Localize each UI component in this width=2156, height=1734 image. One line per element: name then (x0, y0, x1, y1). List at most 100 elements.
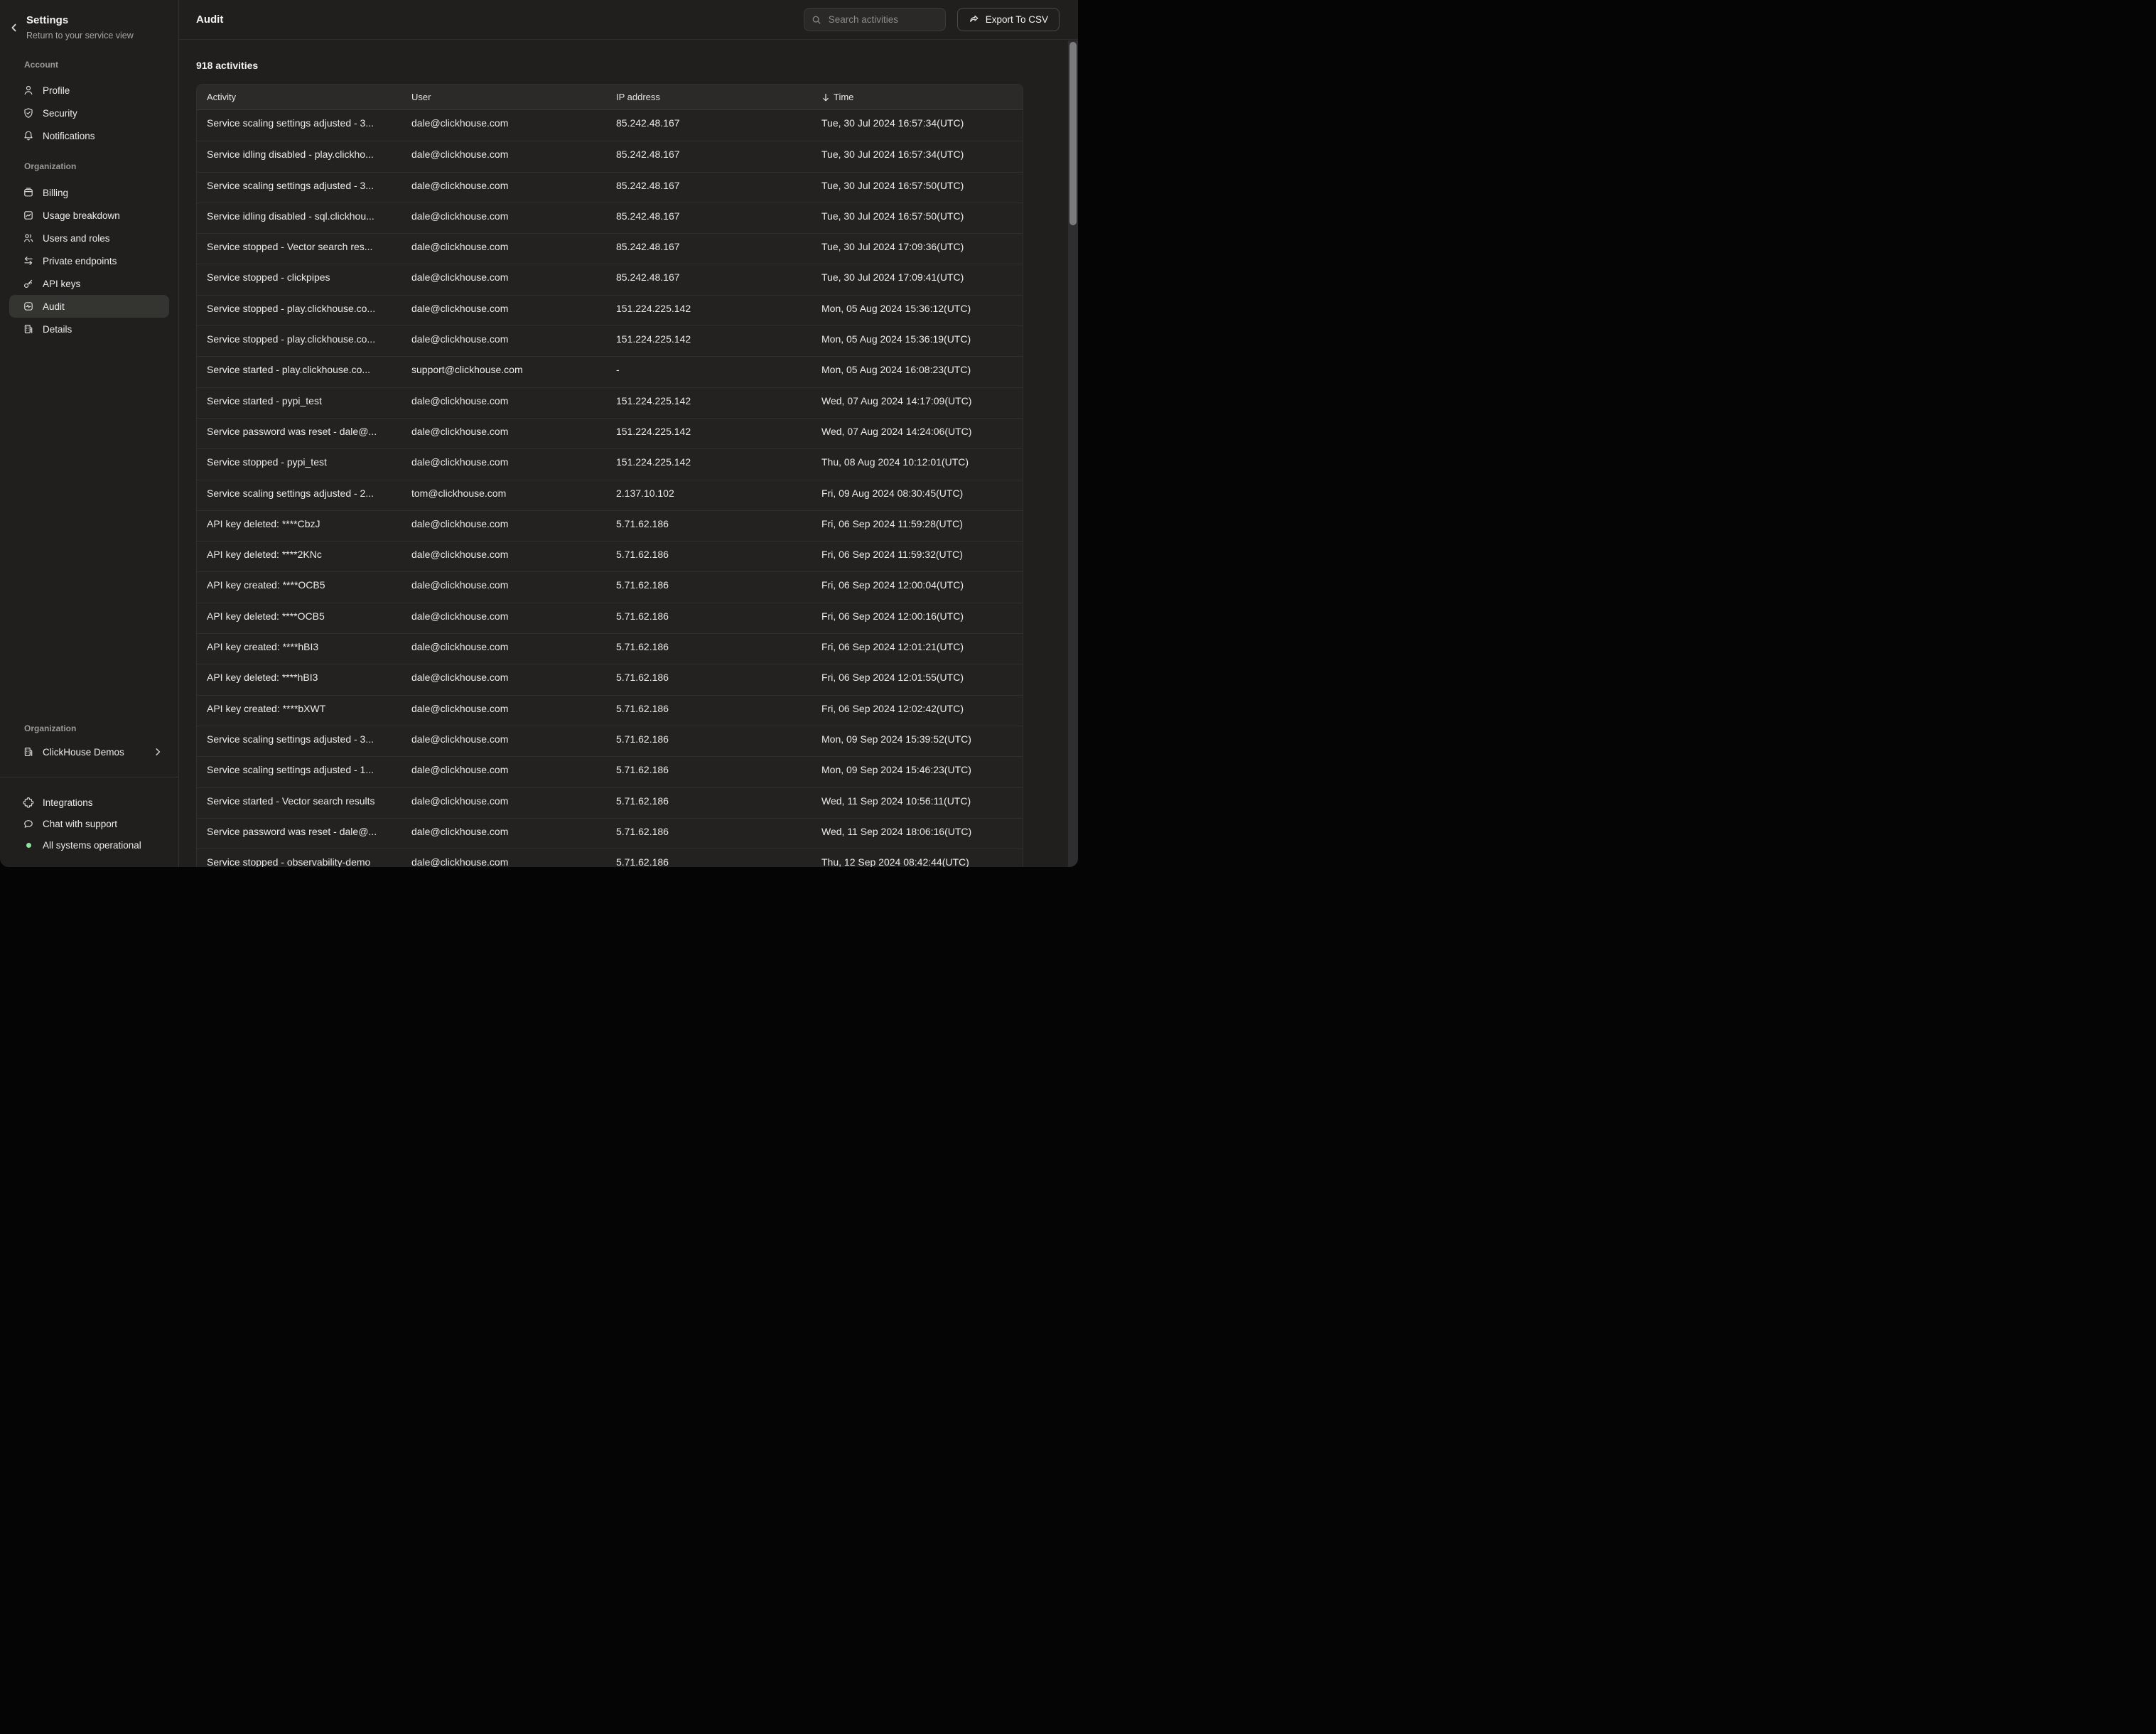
table-row: Service started - Vector search resultsd… (197, 787, 1023, 818)
ip-cell: 85.242.48.167 (606, 173, 812, 203)
sidebar-item-label: Notifications (43, 131, 95, 141)
sidebar-item-usage-breakdown[interactable]: Usage breakdown (9, 204, 169, 227)
vertical-scrollbar[interactable] (1068, 41, 1078, 867)
sidebar-item-integrations[interactable]: Integrations (9, 792, 169, 813)
user-cell: dale@clickhouse.com (401, 419, 606, 448)
chevron-left-icon (9, 22, 20, 33)
audit-content: 918 activities Activity User IP address … (179, 40, 1078, 867)
user-cell: dale@clickhouse.com (401, 511, 606, 541)
activity-cell: Service password was reset - dale@... (197, 819, 401, 849)
activity-cell: API key created: ****hBI3 (197, 634, 401, 664)
search-box (804, 8, 946, 31)
time-cell: Mon, 05 Aug 2024 15:36:19(UTC) (812, 326, 1023, 356)
activity-cell: Service scaling settings adjusted - 2... (197, 480, 401, 510)
table-row: API key created: ****bXWTdale@clickhouse… (197, 695, 1023, 726)
settings-sidebar: Settings Return to your service view Acc… (0, 0, 179, 867)
ip-cell: 5.71.62.186 (606, 511, 812, 541)
ip-cell: 5.71.62.186 (606, 696, 812, 726)
activity-cell: Service started - play.clickhouse.co... (197, 357, 401, 387)
ip-cell: 85.242.48.167 (606, 203, 812, 233)
time-cell: Fri, 06 Sep 2024 12:02:42(UTC) (812, 696, 1023, 726)
ip-cell: 151.224.225.142 (606, 449, 812, 479)
ip-cell: 5.71.62.186 (606, 542, 812, 571)
chat-bubble-icon (23, 818, 34, 829)
activity-cell: Service scaling settings adjusted - 1... (197, 757, 401, 787)
user-cell: dale@clickhouse.com (401, 388, 606, 418)
sidebar-header: Settings Return to your service view (0, 0, 178, 41)
activity-cell: Service idling disabled - play.clickho..… (197, 141, 401, 171)
ip-cell: 151.224.225.142 (606, 388, 812, 418)
audit-pulse-icon (23, 301, 34, 312)
user-cell: dale@clickhouse.com (401, 726, 606, 756)
sidebar-item-chat-support[interactable]: Chat with support (9, 813, 169, 834)
user-cell: tom@clickhouse.com (401, 480, 606, 510)
sidebar-title: Settings (26, 14, 134, 27)
sidebar-item-users-and-roles[interactable]: Users and roles (9, 227, 169, 249)
table-row: Service stopped - observability-demodale… (197, 849, 1023, 867)
ip-cell: 5.71.62.186 (606, 757, 812, 787)
sidebar-item-label: Details (43, 324, 72, 335)
sidebar-item-private-endpoints[interactable]: Private endpoints (9, 249, 169, 272)
sidebar-item-label: API keys (43, 279, 80, 289)
sidebar-footer: Integrations Chat with support All syste… (0, 777, 178, 867)
sidebar-item-security[interactable]: Security (9, 102, 169, 124)
main-area: Audit Export To CSV 918 activities Activ… (179, 0, 1078, 867)
sidebar-item-notifications[interactable]: Notifications (9, 124, 169, 147)
ip-cell: 2.137.10.102 (606, 480, 812, 510)
activity-cell: Service idling disabled - sql.clickhou..… (197, 203, 401, 233)
time-cell: Mon, 09 Sep 2024 15:46:23(UTC) (812, 757, 1023, 787)
building-icon (23, 746, 34, 758)
table-row: Service stopped - Vector search res...da… (197, 233, 1023, 264)
user-cell: dale@clickhouse.com (401, 696, 606, 726)
time-cell: Tue, 30 Jul 2024 16:57:34(UTC) (812, 110, 1023, 141)
back-button[interactable] (7, 21, 21, 35)
user-cell: dale@clickhouse.com (401, 110, 606, 141)
sidebar-item-billing[interactable]: Billing (9, 181, 169, 204)
sidebar-item-label: Usage breakdown (43, 210, 120, 221)
ip-cell: 5.71.62.186 (606, 603, 812, 633)
sidebar-item-label: Security (43, 108, 77, 119)
table-row: Service password was reset - dale@...dal… (197, 418, 1023, 448)
table-row: API key deleted: ****hBI3dale@clickhouse… (197, 664, 1023, 694)
organization-nav: Billing Usage breakdown Users and roles … (0, 181, 178, 340)
activity-cell: Service stopped - clickpipes (197, 264, 401, 294)
time-cell: Fri, 09 Aug 2024 08:30:45(UTC) (812, 480, 1023, 510)
table-row: Service scaling settings adjusted - 3...… (197, 726, 1023, 756)
sidebar-item-api-keys[interactable]: API keys (9, 272, 169, 295)
time-cell: Wed, 07 Aug 2024 14:17:09(UTC) (812, 388, 1023, 418)
users-icon (23, 232, 34, 244)
table-row: Service scaling settings adjusted - 1...… (197, 756, 1023, 787)
system-status[interactable]: All systems operational (9, 834, 169, 856)
ip-cell: 5.71.62.186 (606, 849, 812, 867)
ip-cell: 151.224.225.142 (606, 419, 812, 448)
bell-icon (23, 130, 34, 141)
user-cell: dale@clickhouse.com (401, 203, 606, 233)
sidebar-item-profile[interactable]: Profile (9, 79, 169, 102)
search-icon (812, 15, 821, 25)
organization-name: ClickHouse Demos (43, 747, 124, 758)
time-cell: Fri, 06 Sep 2024 12:01:21(UTC) (812, 634, 1023, 664)
user-cell: dale@clickhouse.com (401, 849, 606, 867)
ip-cell: 151.224.225.142 (606, 326, 812, 356)
organization-switcher[interactable]: ClickHouse Demos (9, 741, 169, 763)
status-label: All systems operational (43, 840, 141, 851)
sidebar-item-label: Users and roles (43, 233, 110, 244)
time-cell: Fri, 06 Sep 2024 12:00:16(UTC) (812, 603, 1023, 633)
table-row: API key deleted: ****2KNcdale@clickhouse… (197, 541, 1023, 571)
section-label-organization-switcher: Organization (24, 723, 167, 734)
export-icon (969, 14, 979, 25)
user-icon (23, 85, 34, 96)
search-input[interactable] (804, 8, 946, 31)
sidebar-item-details[interactable]: Details (9, 318, 169, 340)
export-csv-button[interactable]: Export To CSV (957, 8, 1060, 31)
table-row: Service started - play.clickhouse.co...s… (197, 356, 1023, 387)
activity-cell: API key created: ****bXWT (197, 696, 401, 726)
footer-item-label: Integrations (43, 797, 93, 808)
user-cell: dale@clickhouse.com (401, 788, 606, 818)
activity-cell: Service stopped - pypi_test (197, 449, 401, 479)
column-header-time[interactable]: Time (812, 92, 1023, 102)
scrollbar-thumb[interactable] (1069, 42, 1077, 225)
time-cell: Wed, 07 Aug 2024 14:24:06(UTC) (812, 419, 1023, 448)
ip-cell: 5.71.62.186 (606, 726, 812, 756)
sidebar-item-audit[interactable]: Audit (9, 295, 169, 318)
